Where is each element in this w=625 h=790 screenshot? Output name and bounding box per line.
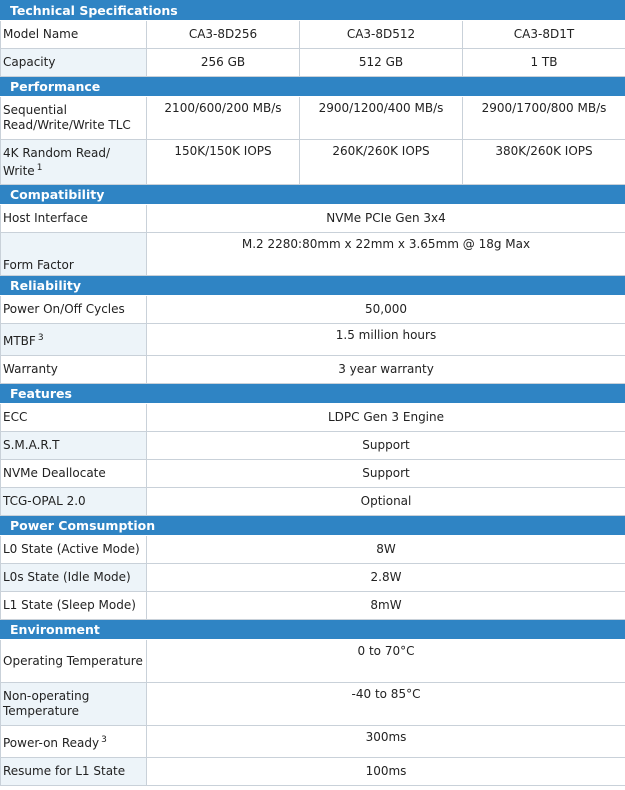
row-warranty: Warranty 3 year warranty — [0, 355, 625, 384]
row-label: NVMe Deallocate — [0, 459, 147, 488]
section-power-consumption: Power Comsumption — [0, 515, 625, 536]
cell-value: 256 GB — [146, 48, 300, 77]
row-tcg-opal: TCG-OPAL 2.0 Optional — [0, 487, 625, 516]
footnote-marker: 1 — [36, 162, 43, 173]
cell-value: 8W — [146, 535, 625, 564]
cell-value: 2100/600/200 MB/s — [146, 96, 300, 140]
row-smart: S.M.A.R.T Support — [0, 431, 625, 460]
cell-value: 3 year warranty — [146, 355, 625, 384]
cell-value: 50,000 — [146, 295, 625, 324]
row-label: Resume for L1 State — [0, 757, 147, 786]
cell-value: 2.8W — [146, 563, 625, 592]
row-non-operating-temperature: Non-operating Temperature -40 to 85°C — [0, 682, 625, 726]
cell-value: 260K/260K IOPS — [299, 139, 463, 185]
footnote-marker: 3 — [101, 734, 107, 745]
row-random: 4K Random Read/ Write 1 150K/150K IOPS 26… — [0, 139, 625, 185]
row-ecc: ECC LDPC Gen 3 Engine — [0, 403, 625, 432]
row-label-text: MTBF — [3, 333, 36, 348]
row-power-cycles: Power On/Off Cycles 50,000 — [0, 295, 625, 324]
cell-value: Support — [146, 459, 625, 488]
row-label: Non-operating Temperature — [0, 682, 147, 726]
cell-value: 2900/1200/400 MB/s — [299, 96, 463, 140]
row-label: Host Interface — [0, 204, 147, 233]
section-technical-specifications: Technical Specifications — [0, 0, 625, 21]
row-label: Sequential Read/Write/Write TLC — [0, 96, 147, 140]
row-label: TCG-OPAL 2.0 — [0, 487, 147, 516]
row-label-text: 4K Random Read/ Write — [3, 145, 111, 178]
cell-value: 8mW — [146, 591, 625, 620]
section-title: Compatibility — [0, 184, 625, 205]
row-label: MTBF 3 — [0, 323, 147, 356]
section-reliability: Reliability — [0, 275, 625, 296]
cell-value: M.2 2280:80mm x 22mm x 3.65mm @ 18g Max — [146, 232, 625, 276]
row-label: Power On/Off Cycles — [0, 295, 147, 324]
row-host-interface: Host Interface NVMe PCIe Gen 3x4 — [0, 204, 625, 233]
row-label: L0 State (Active Mode) — [0, 535, 147, 564]
cell-value: Support — [146, 431, 625, 460]
cell-value: LDPC Gen 3 Engine — [146, 403, 625, 432]
row-l0s-state: L0s State (Idle Mode) 2.8W — [0, 563, 625, 592]
row-form-factor: Form Factor M.2 2280:80mm x 22mm x 3.65m… — [0, 232, 625, 276]
section-environment: Environment — [0, 619, 625, 640]
row-nvme-deallocate: NVMe Deallocate Support — [0, 459, 625, 488]
row-label: L1 State (Sleep Mode) — [0, 591, 147, 620]
cell-value: CA3-8D512 — [299, 20, 463, 49]
row-label: Warranty — [0, 355, 147, 384]
row-label: 4K Random Read/ Write 1 — [0, 139, 147, 185]
row-label: Model Name — [0, 20, 147, 49]
section-title: Environment — [0, 619, 625, 640]
cell-value: 512 GB — [299, 48, 463, 77]
row-label: ECC — [0, 403, 147, 432]
cell-value: 300ms — [146, 725, 625, 758]
row-l0-state: L0 State (Active Mode) 8W — [0, 535, 625, 564]
cell-value: 1 TB — [462, 48, 625, 77]
row-label: S.M.A.R.T — [0, 431, 147, 460]
cell-value: 2900/1700/800 MB/s — [462, 96, 625, 140]
section-compatibility: Compatibility — [0, 184, 625, 205]
cell-value: -40 to 85°C — [146, 682, 625, 726]
row-model-name: Model Name CA3-8D256 CA3-8D512 CA3-8D1T — [0, 20, 625, 49]
cell-value: 150K/150K IOPS — [146, 139, 300, 185]
section-title: Reliability — [0, 275, 625, 296]
cell-value: CA3-8D1T — [462, 20, 625, 49]
row-label: L0s State (Idle Mode) — [0, 563, 147, 592]
row-l1-state: L1 State (Sleep Mode) 8mW — [0, 591, 625, 620]
cell-value: NVMe PCIe Gen 3x4 — [146, 204, 625, 233]
row-operating-temperature: Operating Temperature 0 to 70°C — [0, 639, 625, 683]
row-label: Power-on Ready 3 — [0, 725, 147, 758]
row-capacity: Capacity 256 GB 512 GB 1 TB — [0, 48, 625, 77]
row-label-text: Power-on Ready — [3, 735, 100, 750]
row-label: Operating Temperature — [0, 639, 147, 683]
footnote-marker: 3 — [37, 332, 44, 343]
row-power-on-ready: Power-on Ready 3 300ms — [0, 725, 625, 758]
cell-value: 100ms — [146, 757, 625, 786]
specifications-table: Technical Specifications Model Name CA3-… — [0, 0, 625, 786]
cell-value: 1.5 million hours — [146, 323, 625, 356]
section-title: Features — [0, 383, 625, 404]
row-mtbf: MTBF 3 1.5 million hours — [0, 323, 625, 356]
row-label: Capacity — [0, 48, 147, 77]
section-title: Performance — [0, 76, 625, 97]
cell-value: 0 to 70°C — [146, 639, 625, 683]
row-resume-l1: Resume for L1 State 100ms — [0, 757, 625, 786]
section-performance: Performance — [0, 76, 625, 97]
cell-value: 380K/260K IOPS — [462, 139, 625, 185]
cell-value: CA3-8D256 — [146, 20, 300, 49]
row-sequential: Sequential Read/Write/Write TLC 2100/600… — [0, 96, 625, 140]
section-features: Features — [0, 383, 625, 404]
section-title: Technical Specifications — [0, 0, 625, 21]
row-label: Form Factor — [0, 232, 147, 276]
cell-value: Optional — [146, 487, 625, 516]
section-title: Power Comsumption — [0, 515, 625, 536]
